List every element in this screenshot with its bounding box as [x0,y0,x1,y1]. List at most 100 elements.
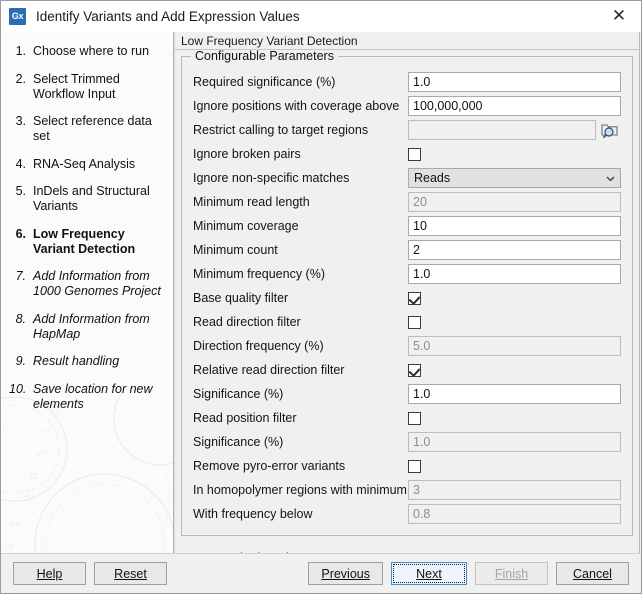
finish-button: Finish [475,562,548,585]
combo-ignore-non-specific-matches[interactable]: Reads [408,168,621,188]
combo-value: Reads [414,171,451,185]
param-control-wrap [408,504,621,524]
param-row-homopolymer-frequency-below: With frequency below [193,502,621,526]
input-minimum-read-length [408,192,621,212]
folder-search-icon [601,124,618,139]
param-label-minimum-coverage: Minimum coverage [193,219,299,233]
param-control-wrap [408,432,621,452]
param-control-wrap [408,147,621,161]
wizard-step-number: 6. [15,226,26,241]
param-label-direction-frequency: Direction frequency (%) [193,339,324,353]
param-row-minimum-coverage: Minimum coverage [193,214,621,238]
param-row-remove-pyro-error-variants: Remove pyro-error variants [193,454,621,478]
help-button-label: Help [36,566,63,581]
wizard-step-label: InDels and Structural Variants [33,184,150,213]
help-button[interactable]: Help [13,562,86,585]
param-row-relative-read-direction-filter: Relative read direction filter [193,358,621,382]
param-control-wrap [408,240,621,260]
wizard-step-number: 10. [9,381,27,396]
dialog-body: 0 1 1 0 0 1 0 1 1 0 1 0 1. Choose where t… [1,32,641,553]
cancel-button[interactable]: Cancel [556,562,629,585]
param-control-wrap [408,411,621,425]
param-label-ignore-non-specific-matches: Ignore non-specific matches [193,171,350,185]
param-row-minimum-count: Minimum count [193,238,621,262]
chevron-down-icon [606,176,615,181]
next-button[interactable]: Next [391,562,467,585]
wizard-step-1[interactable]: 1. Choose where to run [9,44,165,59]
param-control-wrap [408,336,621,356]
checkbox-read-direction-filter[interactable] [408,315,421,329]
wizard-step-2[interactable]: 2. Select Trimmed Workflow Input [9,72,165,102]
param-label-restrict-calling-target-regions: Restrict calling to target regions [193,123,369,137]
wizard-step-7[interactable]: 7. Add Information from 1000 Genomes Proj… [9,269,165,299]
input-minimum-frequency[interactable] [408,264,621,284]
svg-text:1: 1 [40,426,55,437]
param-label-read-position-filter: Read position filter [193,411,297,425]
close-icon[interactable]: ✕ [597,1,641,32]
input-required-significance[interactable] [408,72,621,92]
param-label-homopolymer-frequency-below: With frequency below [193,507,313,521]
configurable-parameters-group: Configurable Parameters Required signifi… [181,50,633,536]
dialog-footer: Help Reset Previous Next Finish Cancel [1,553,641,593]
checkbox-base-quality-filter[interactable] [408,291,421,305]
checkbox-remove-pyro-error-variants[interactable] [408,459,421,473]
param-label-remove-pyro-error-variants: Remove pyro-error variants [193,459,346,473]
input-ignore-positions-coverage-above[interactable] [408,96,621,116]
folder-search-icon[interactable] [599,120,621,140]
wizard-step-label: Add Information from 1000 Genomes Projec… [33,269,161,298]
param-label-required-significance: Required significance (%) [193,75,336,89]
wizard-step-4[interactable]: 4. RNA-Seq Analysis [9,157,165,172]
wizard-step-10[interactable]: 10. Save location for new elements [9,382,165,412]
svg-text:1: 1 [34,449,48,459]
param-control-wrap [408,72,621,92]
wizard-step-number: 4. [15,156,26,171]
wizard-step-6[interactable]: 6. Low Frequency Variant Detection [9,227,165,257]
reset-button[interactable]: Reset [94,562,167,585]
title-bar: Gx Identify Variants and Add Expression … [1,1,641,32]
wizard-step-5[interactable]: 5. InDels and Structural Variants [9,184,165,214]
wizard-step-number: 7. [15,269,26,283]
previous-button[interactable]: Previous [308,562,383,585]
input-relative-read-direction-significance[interactable] [408,384,621,404]
param-row-ignore-broken-pairs: Ignore broken pairs [193,142,621,166]
window-title: Identify Variants and Add Expression Val… [36,8,300,24]
param-control-wrap: Reads [408,168,621,188]
wizard-step-number: 3. [15,114,26,128]
param-row-homopolymer-minimum-length: In homopolymer regions with minimum leng… [193,478,621,502]
param-control-wrap [408,192,621,212]
param-row-read-position-filter: Read position filter [193,406,621,430]
svg-text:0: 0 [2,543,15,550]
wizard-step-label: RNA-Seq Analysis [33,156,136,171]
checkbox-read-position-filter[interactable] [408,411,421,425]
wizard-step-9[interactable]: 9. Result handling [9,354,165,369]
param-row-base-quality-filter: Base quality filter [193,286,621,310]
input-homopolymer-frequency-below [408,504,621,524]
wizard-step-label: Low Frequency Variant Detection [33,226,136,256]
wizard-step-label: Add Information from HapMap [33,311,150,341]
param-label-ignore-broken-pairs: Ignore broken pairs [193,147,301,161]
svg-text:0: 0 [20,494,34,502]
locked-settings-section[interactable]: ▶ Locked Settings [181,545,633,554]
param-control-wrap [408,120,621,140]
wizard-step-label: Select Trimmed Workflow Input [33,71,120,101]
wizard-step-8[interactable]: 8. Add Information from HapMap [9,312,165,342]
param-control-wrap [408,96,621,116]
wizard-step-list: 1. Choose where to run 2. Select Trimmed Wo… [1,32,173,412]
wizard-step-3[interactable]: 3. Select reference data set [9,114,165,144]
checkbox-relative-read-direction-filter[interactable] [408,363,421,377]
input-restrict-calling-target-regions [408,120,596,140]
input-homopolymer-minimum-length [408,480,621,500]
param-row-ignore-positions-coverage-above: Ignore positions with coverage above [193,94,621,118]
watermark-decoration: 0 1 1 0 0 1 0 1 1 0 1 0 [1,389,173,553]
param-control-wrap [408,264,621,284]
input-minimum-count[interactable] [408,240,621,260]
input-minimum-coverage[interactable] [408,216,621,236]
reset-button-label: Reset [114,566,147,581]
param-label-ignore-positions-coverage-above: Ignore positions with coverage above [193,99,400,113]
param-row-read-direction-filter: Read direction filter [193,310,621,334]
wizard-step-number: 8. [15,311,26,326]
checkbox-ignore-broken-pairs[interactable] [408,147,421,161]
wizard-step-number: 5. [15,184,26,198]
wizard-steps-panel: 0 1 1 0 0 1 0 1 1 0 1 0 1. Choose where t… [1,32,174,553]
param-label-homopolymer-minimum-length: In homopolymer regions with minimum leng… [193,483,445,497]
